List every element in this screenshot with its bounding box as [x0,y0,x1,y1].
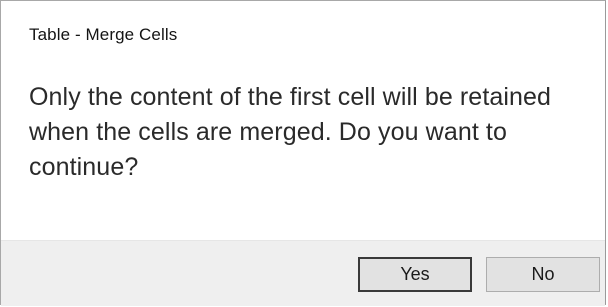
merge-cells-dialog: Table - Merge Cells Only the content of … [0,0,606,306]
no-button[interactable]: No [486,257,600,292]
dialog-title: Table - Merge Cells [29,25,178,44]
dialog-title-bar: Table - Merge Cells [1,1,605,59]
dialog-message: Only the content of the first cell will … [29,83,552,181]
dialog-button-bar: Yes No [1,240,605,306]
yes-button[interactable]: Yes [358,257,472,292]
